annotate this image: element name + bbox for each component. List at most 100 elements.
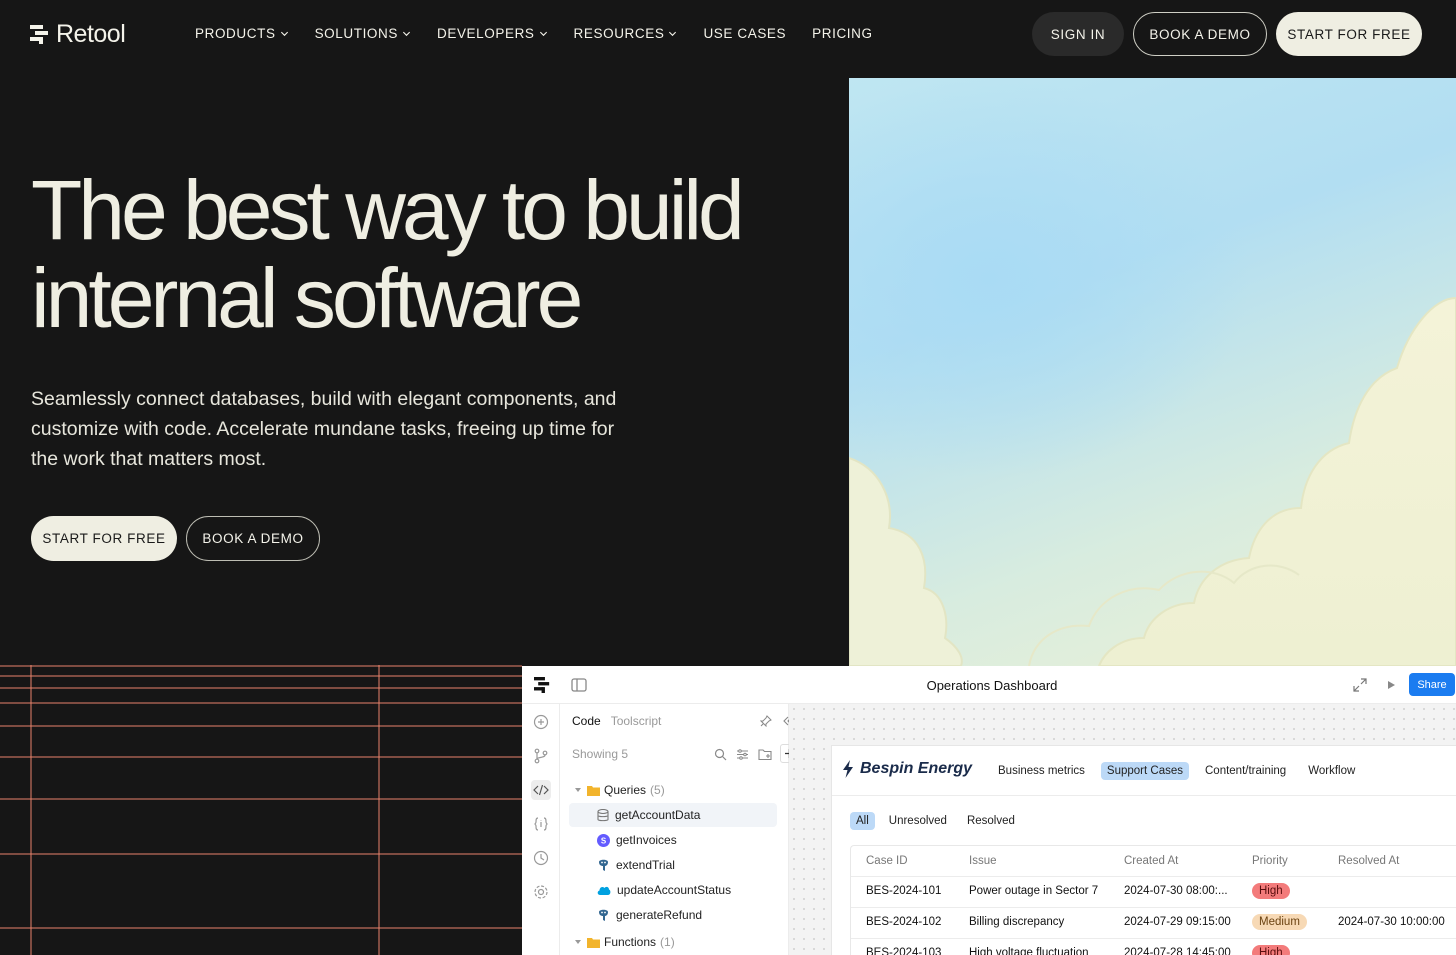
query-name: generateRefund xyxy=(616,908,703,922)
app-builder-preview: Operations Dashboard Share Code Toolscri… xyxy=(522,666,1456,955)
functions-count: (1) xyxy=(660,935,675,949)
sign-in-button[interactable]: SIGN IN xyxy=(1032,12,1124,56)
showing-count: Showing 5 xyxy=(572,747,629,761)
query-item-getinvoices[interactable]: S getInvoices xyxy=(597,828,677,852)
query-item-extendtrial[interactable]: extendTrial xyxy=(597,853,675,877)
cell-case-id: BES-2024-102 xyxy=(866,916,942,928)
cell-created: 2024-07-29 09:15:00 xyxy=(1124,916,1231,928)
filter-icon[interactable] xyxy=(736,748,749,761)
nav-use-cases-label: USE CASES xyxy=(703,26,787,41)
filter-resolved[interactable]: Resolved xyxy=(961,812,1021,830)
hero-subtitle: Seamlessly connect databases, build with… xyxy=(31,388,617,470)
priority-badge: High xyxy=(1252,883,1290,899)
new-folder-icon[interactable] xyxy=(758,748,772,761)
postgres-icon xyxy=(599,909,608,921)
hero-book-demo-button[interactable]: BOOK A DEMO xyxy=(186,516,320,561)
gear-icon[interactable] xyxy=(531,882,551,902)
book-demo-button[interactable]: BOOK A DEMO xyxy=(1133,12,1267,56)
salesforce-icon xyxy=(597,886,611,895)
chevron-down-icon xyxy=(669,31,677,37)
chevron-down-icon xyxy=(280,31,288,37)
postgres-icon xyxy=(599,859,608,871)
nav-solutions[interactable]: SOLUTIONS xyxy=(315,26,411,41)
cell-created: 2024-07-28 14:45:00 xyxy=(1124,947,1231,955)
play-icon[interactable] xyxy=(1385,679,1397,691)
column-header[interactable]: Resolved At xyxy=(1338,855,1399,867)
table-row[interactable]: BES-2024-103 High voltage fluctuation 20… xyxy=(851,939,1456,955)
app-canvas: Bespin Energy Business metrics Support C… xyxy=(789,704,1456,955)
code-panel: Code Toolscript Showing 5 Queries (5) ge… xyxy=(560,704,799,955)
query-item-generaterefund[interactable]: generateRefund xyxy=(597,903,702,927)
dashboard-tabs: Business metrics Support Cases Content/t… xyxy=(992,762,1361,780)
tab-toolscript[interactable]: Toolscript xyxy=(611,714,662,728)
nav-resources-label: RESOURCES xyxy=(573,26,665,41)
table-header: Case ID Issue Created At Priority Resolv… xyxy=(851,846,1456,877)
tab-code[interactable]: Code xyxy=(572,714,601,728)
column-header[interactable]: Created At xyxy=(1124,855,1178,867)
column-header[interactable]: Case ID xyxy=(866,855,908,867)
app-title: Operations Dashboard xyxy=(926,678,1058,693)
state-icon[interactable] xyxy=(531,814,551,834)
cases-table: Case ID Issue Created At Priority Resolv… xyxy=(850,845,1456,955)
functions-folder[interactable]: Functions (1) xyxy=(574,930,675,954)
filter-pills: All Unresolved Resolved xyxy=(850,812,1021,830)
hero-title-line1: The best way to build xyxy=(31,163,745,257)
table-row[interactable]: BES-2024-102 Billing discrepancy 2024-07… xyxy=(851,908,1456,939)
nav-developers[interactable]: DEVELOPERS xyxy=(437,26,548,41)
hero-title-line2: internal software xyxy=(31,251,583,345)
tab-business-metrics[interactable]: Business metrics xyxy=(992,762,1091,780)
query-name: getInvoices xyxy=(616,833,677,847)
history-icon[interactable] xyxy=(531,848,551,868)
folder-icon xyxy=(587,785,600,796)
folder-icon xyxy=(587,937,600,948)
retool-logo[interactable]: Retool xyxy=(30,20,126,49)
nav-products-label: PRODUCTS xyxy=(195,26,276,41)
queries-folder[interactable]: Queries (5) xyxy=(574,778,665,802)
chevron-down-icon xyxy=(402,31,411,37)
database-icon xyxy=(597,808,609,821)
priority-badge: Medium xyxy=(1252,914,1307,930)
tab-workflow[interactable]: Workflow xyxy=(1302,762,1361,780)
left-icon-rail xyxy=(522,704,560,955)
nav-solutions-label: SOLUTIONS xyxy=(314,26,398,41)
expand-icon[interactable] xyxy=(1353,678,1367,692)
dashboard-container: Bespin Energy Business metrics Support C… xyxy=(831,745,1456,955)
hero-start-free-button[interactable]: START FOR FREE xyxy=(31,516,177,561)
filter-unresolved[interactable]: Unresolved xyxy=(883,812,953,830)
cell-case-id: BES-2024-101 xyxy=(866,885,942,897)
column-header[interactable]: Priority xyxy=(1252,855,1288,867)
cell-created: 2024-07-30 08:00:... xyxy=(1124,885,1228,897)
branch-icon[interactable] xyxy=(531,746,551,766)
query-item-getaccountdata[interactable]: getAccountData xyxy=(569,803,777,827)
decorative-grid xyxy=(0,665,522,955)
query-item-updateaccountstatus[interactable]: updateAccountStatus xyxy=(597,878,731,902)
add-component-icon[interactable] xyxy=(531,712,551,732)
nav-resources[interactable]: RESOURCES xyxy=(574,26,678,41)
stripe-icon: S xyxy=(597,833,610,847)
filter-all[interactable]: All xyxy=(850,812,875,830)
nav-products[interactable]: PRODUCTS xyxy=(195,26,289,41)
query-name: updateAccountStatus xyxy=(617,883,732,897)
priority-badge: High xyxy=(1252,945,1290,955)
tab-support-cases[interactable]: Support Cases xyxy=(1100,762,1189,780)
start-free-button[interactable]: START FOR FREE xyxy=(1276,12,1422,56)
chevron-down-icon xyxy=(539,31,547,37)
pin-icon[interactable] xyxy=(760,715,772,727)
nav-pricing[interactable]: PRICING xyxy=(812,26,872,41)
caret-down-icon xyxy=(575,788,581,792)
nav-use-cases[interactable]: USE CASES xyxy=(703,26,786,41)
nav-developers-label: DEVELOPERS xyxy=(436,26,535,41)
cell-issue: High voltage fluctuation xyxy=(969,947,1089,955)
tab-content-training[interactable]: Content/training xyxy=(1199,762,1292,780)
table-row[interactable]: BES-2024-101 Power outage in Sector 7 20… xyxy=(851,877,1456,908)
cell-case-id: BES-2024-103 xyxy=(866,947,942,955)
cell-issue: Power outage in Sector 7 xyxy=(969,885,1099,897)
functions-label: Functions xyxy=(604,935,657,949)
brand: Bespin Energy xyxy=(842,760,972,778)
divider xyxy=(832,795,1456,796)
share-button[interactable]: Share xyxy=(1409,673,1455,696)
code-icon[interactable] xyxy=(531,780,551,800)
sky-clouds-image xyxy=(849,78,1456,666)
column-header[interactable]: Issue xyxy=(969,855,997,867)
search-icon[interactable] xyxy=(714,748,727,761)
